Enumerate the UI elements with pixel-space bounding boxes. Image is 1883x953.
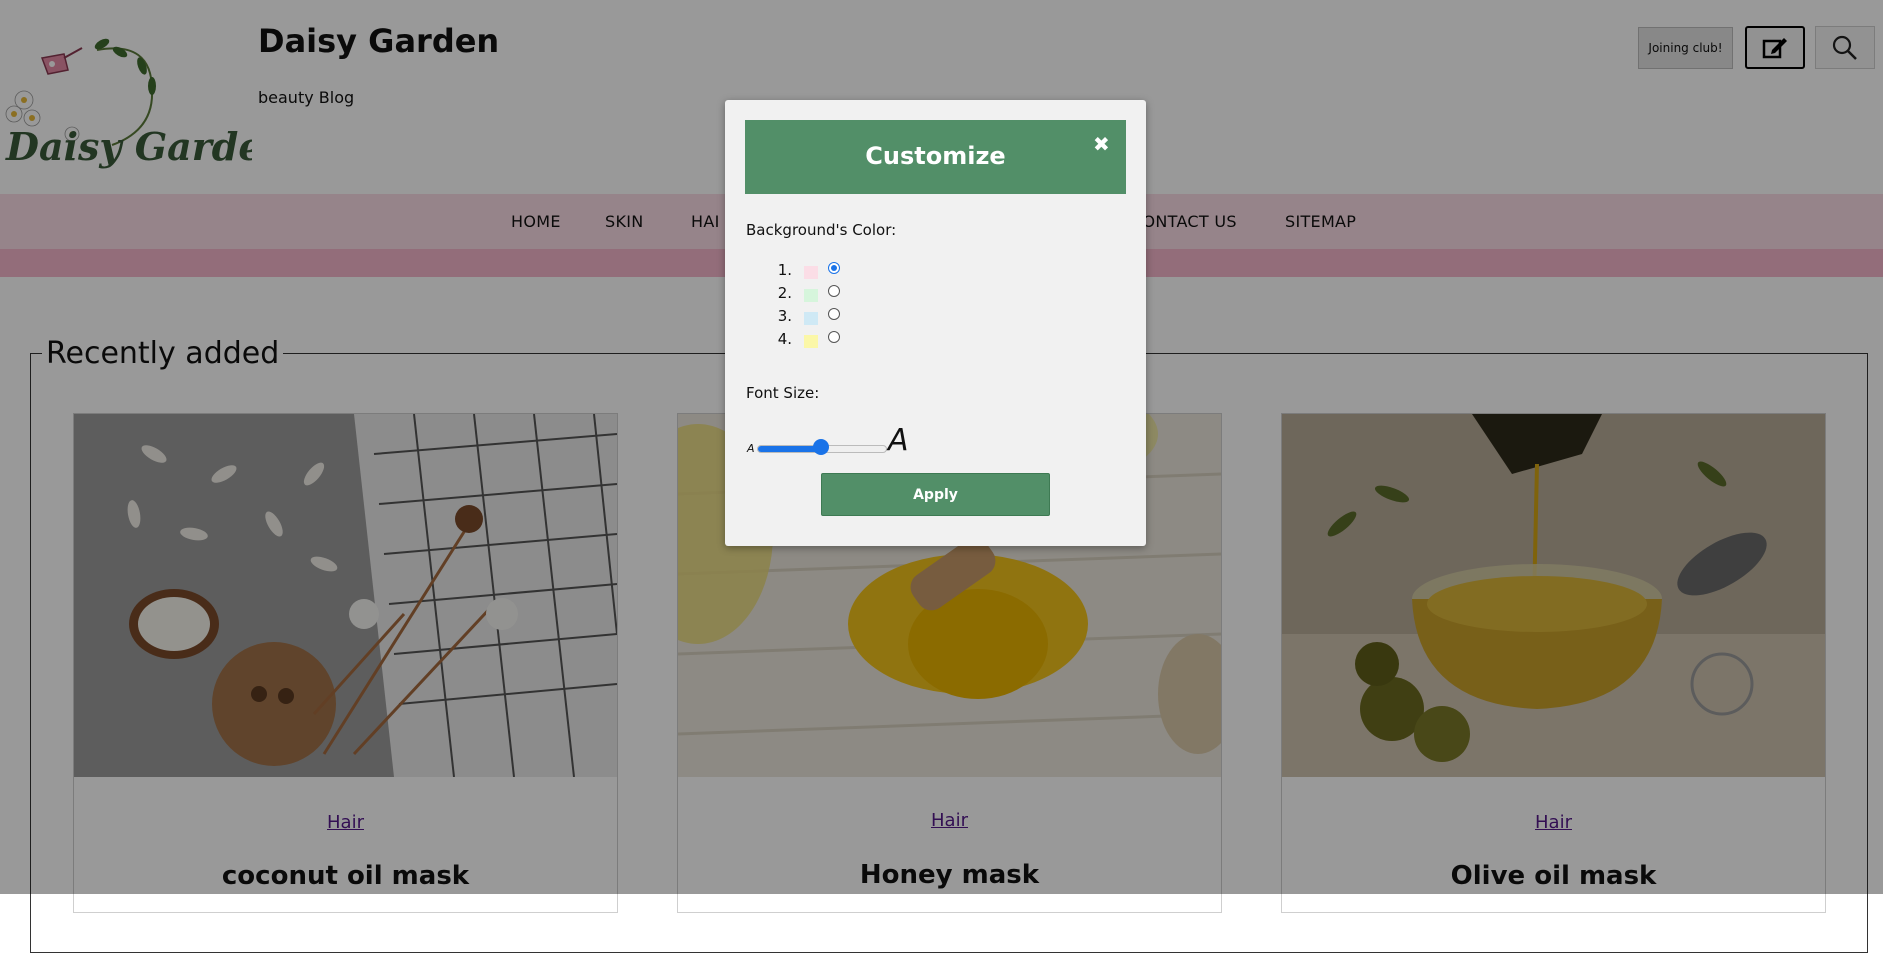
color-radio-1[interactable] [828, 262, 840, 274]
apply-button[interactable]: Apply [821, 473, 1050, 516]
color-radio-2[interactable] [828, 285, 840, 297]
close-icon[interactable]: ✖ [1093, 132, 1110, 156]
customize-modal: Customize ✖ Background's Color: 1. 2. 3.… [725, 100, 1146, 546]
color-swatch [804, 289, 818, 302]
font-size-label: Font Size: [746, 384, 820, 402]
color-option-number: 3. [777, 307, 792, 325]
color-swatch [804, 312, 818, 325]
font-size-large-label: A [888, 423, 909, 458]
color-radio-4[interactable] [828, 331, 840, 343]
color-option-number: 2. [777, 284, 792, 302]
font-size-slider-thumb[interactable] [813, 439, 829, 455]
color-swatch [804, 335, 818, 348]
font-size-small-label: A [747, 442, 755, 455]
background-color-label: Background's Color: [746, 221, 897, 239]
modal-header: Customize ✖ [745, 120, 1126, 194]
color-swatch [804, 266, 818, 279]
color-radio-3[interactable] [828, 308, 840, 320]
color-option-number: 4. [777, 330, 792, 348]
modal-title: Customize [865, 142, 1006, 170]
color-option-number: 1. [777, 261, 792, 279]
